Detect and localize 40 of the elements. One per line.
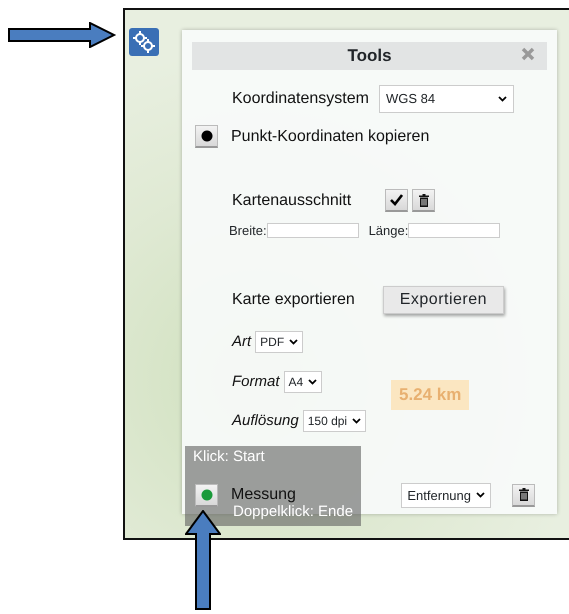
length-input[interactable] — [408, 222, 500, 238]
tooltip-text: Klick: Start — [193, 449, 265, 464]
field-label: Format — [232, 372, 280, 392]
tool-label: Messung — [231, 485, 296, 505]
tooltip-text: Doppelklick: Ende — [232, 504, 354, 519]
caret-icon — [476, 492, 485, 498]
delete-button[interactable] — [412, 189, 436, 212]
toggle-button[interactable] — [195, 125, 218, 148]
panel-title: Tools — [347, 45, 392, 68]
distance-label: 5.24 km — [391, 380, 470, 410]
active-toggle-button[interactable] — [195, 484, 218, 507]
settings-icon — [132, 30, 156, 54]
delete-button[interactable] — [512, 484, 535, 507]
trash-icon — [418, 194, 429, 206]
trash-icon — [518, 488, 528, 502]
confirm-button[interactable] — [385, 189, 408, 212]
dot-icon — [200, 488, 212, 501]
field-label: Auflösung — [232, 411, 299, 431]
checkmark-icon — [390, 194, 404, 206]
tool-label: Punkt-Koordinaten kopieren — [231, 126, 430, 146]
export-option-select[interactable]: A4 — [284, 370, 322, 393]
dot-icon — [200, 130, 212, 142]
section-label: Karte exportieren — [232, 290, 355, 310]
caret-icon — [498, 96, 507, 102]
coordinate-system-select[interactable]: WGS 84 — [378, 85, 514, 112]
caret-icon — [308, 378, 318, 385]
caret-icon — [289, 339, 298, 346]
caret-icon — [352, 418, 362, 424]
field-label: Breite: — [229, 222, 267, 240]
section-label: Kartenausschnitt — [232, 190, 352, 210]
width-input[interactable] — [266, 222, 359, 238]
field-label: Länge: — [368, 222, 408, 240]
export-option-select[interactable]: 150 dpi — [302, 410, 366, 432]
export-button[interactable]: Exportieren — [382, 286, 504, 314]
field-label: Art — [232, 332, 252, 352]
close-icon — [521, 46, 535, 61]
field-label: Koordinatensystem — [232, 88, 369, 109]
settings-button[interactable] — [129, 28, 159, 56]
export-option-select[interactable]: PDF — [255, 331, 304, 354]
measure-mode-select[interactable]: Entfernung — [401, 482, 491, 508]
